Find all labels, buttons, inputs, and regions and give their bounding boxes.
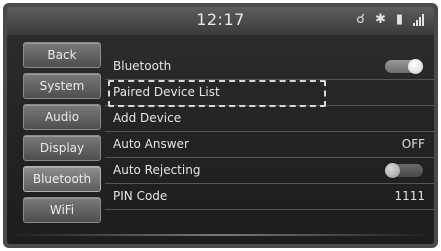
signal-strength-icon <box>413 14 424 26</box>
bottom-divider <box>7 234 434 236</box>
phone-battery-icon: ▮ <box>395 12 403 27</box>
toggle-knob <box>385 163 400 178</box>
row-label: Paired Device List <box>113 85 220 99</box>
sidebar-item-audio[interactable]: Audio <box>23 104 101 130</box>
pin-code-row[interactable]: PIN Code 1111 <box>105 184 434 210</box>
bluetooth-toggle-switch[interactable] <box>385 59 423 74</box>
back-button[interactable]: Back <box>23 42 101 68</box>
sidebar-item-wifi[interactable]: WiFi <box>23 197 101 223</box>
sidebar-item-display[interactable]: Display <box>23 135 101 161</box>
auto-rejecting-row[interactable]: Auto Rejecting <box>105 158 434 184</box>
usb-icon: ☌ <box>356 12 365 27</box>
bluetooth-toggle-row[interactable]: Bluetooth <box>105 54 434 80</box>
auto-rejecting-toggle-switch[interactable] <box>385 163 423 178</box>
add-device-row[interactable]: Add Device <box>105 106 434 132</box>
status-bar: 12:17 ☌ ✱ ▮ <box>7 7 434 35</box>
sidebar-item-system[interactable]: System <box>23 73 101 99</box>
pin-code-value: 1111 <box>394 189 425 203</box>
auto-answer-value: OFF <box>401 137 425 151</box>
row-label: Add Device <box>113 111 182 125</box>
row-label: Auto Rejecting <box>113 163 201 177</box>
settings-screen: 12:17 ☌ ✱ ▮ Back System Audio Display Bl… <box>7 7 434 244</box>
sidebar-item-bluetooth[interactable]: Bluetooth <box>23 166 101 192</box>
head-unit-frame: 12:17 ☌ ✱ ▮ Back System Audio Display Bl… <box>3 3 438 248</box>
row-label: Bluetooth <box>113 59 172 73</box>
status-icons: ☌ ✱ ▮ <box>356 13 424 27</box>
auto-answer-row[interactable]: Auto Answer OFF <box>105 132 434 158</box>
toggle-knob <box>408 59 423 74</box>
row-label: PIN Code <box>113 189 168 203</box>
paired-device-list-row[interactable]: Paired Device List <box>105 80 434 106</box>
row-label: Auto Answer <box>113 137 189 151</box>
bluetooth-icon: ✱ <box>374 12 386 27</box>
